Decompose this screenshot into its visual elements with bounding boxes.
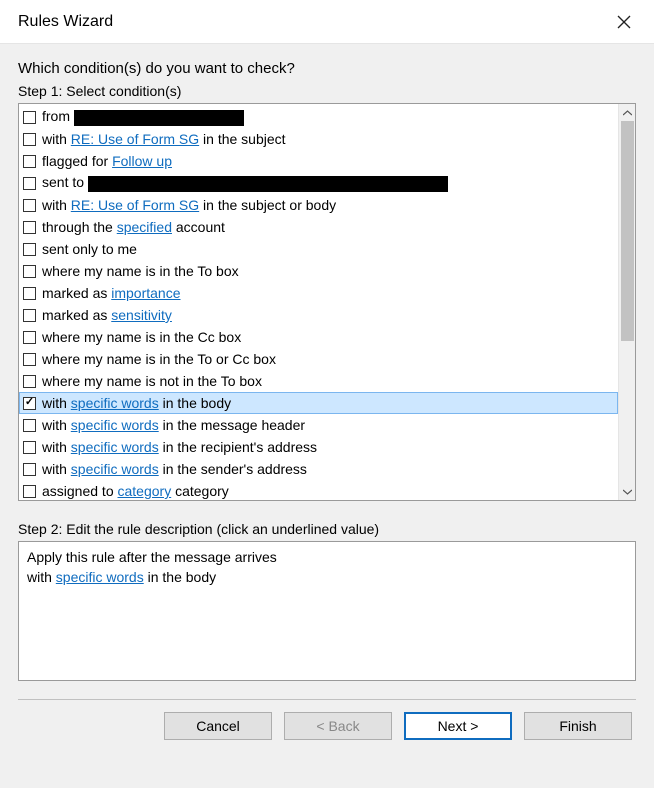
condition-text: with specific words in the body xyxy=(42,395,231,411)
condition-text: where my name is in the To box xyxy=(42,263,239,279)
window-title: Rules Wizard xyxy=(18,13,604,31)
condition-value-link[interactable]: importance xyxy=(111,285,180,301)
back-button[interactable]: < Back xyxy=(284,712,392,740)
condition-checkbox[interactable] xyxy=(23,199,36,212)
redacted-text xyxy=(88,176,448,192)
condition-value-link[interactable]: RE: Use of Form SG xyxy=(71,131,199,147)
condition-row[interactable]: with specific words in the body xyxy=(19,392,618,414)
condition-value-link[interactable]: specific words xyxy=(71,395,159,411)
condition-text: sent to xyxy=(42,174,448,191)
rule-description-box: Apply this rule after the message arrive… xyxy=(18,541,636,681)
condition-row[interactable]: assigned to category category xyxy=(19,480,618,500)
condition-value-link[interactable]: specified xyxy=(117,219,172,235)
titlebar: Rules Wizard xyxy=(0,0,654,44)
scrollbar[interactable] xyxy=(618,104,635,500)
cancel-button[interactable]: Cancel xyxy=(164,712,272,740)
condition-row[interactable]: marked as importance xyxy=(19,282,618,304)
condition-checkbox[interactable] xyxy=(23,111,36,124)
description-line: with specific words in the body xyxy=(27,568,627,588)
condition-checkbox[interactable] xyxy=(23,375,36,388)
condition-value-link[interactable]: specific words xyxy=(71,417,159,433)
condition-row[interactable]: where my name is in the To box xyxy=(19,260,618,282)
condition-row[interactable]: where my name is not in the To box xyxy=(19,370,618,392)
condition-text: where my name is not in the To box xyxy=(42,373,262,389)
step2-label: Step 2: Edit the rule description (click… xyxy=(18,521,636,537)
condition-checkbox[interactable] xyxy=(23,441,36,454)
condition-checkbox[interactable] xyxy=(23,155,36,168)
finish-button[interactable]: Finish xyxy=(524,712,632,740)
condition-row[interactable]: sent to xyxy=(19,172,618,194)
condition-row[interactable]: from xyxy=(19,106,618,128)
condition-checkbox[interactable] xyxy=(23,287,36,300)
condition-text: with specific words in the recipient's a… xyxy=(42,439,317,455)
condition-row[interactable]: where my name is in the To or Cc box xyxy=(19,348,618,370)
condition-checkbox[interactable] xyxy=(23,221,36,234)
close-button[interactable] xyxy=(604,2,644,42)
condition-checkbox[interactable] xyxy=(23,485,36,498)
condition-row[interactable]: through the specified account xyxy=(19,216,618,238)
redacted-text xyxy=(74,110,244,126)
scrollbar-thumb[interactable] xyxy=(621,121,634,341)
condition-checkbox[interactable] xyxy=(23,265,36,278)
condition-text: marked as sensitivity xyxy=(42,307,172,323)
condition-row[interactable]: sent only to me xyxy=(19,238,618,260)
condition-text: with specific words in the sender's addr… xyxy=(42,461,307,477)
condition-text: sent only to me xyxy=(42,241,137,257)
condition-row[interactable]: with RE: Use of Form SG in the subject o… xyxy=(19,194,618,216)
condition-checkbox[interactable] xyxy=(23,177,36,190)
step1-label: Step 1: Select condition(s) xyxy=(18,83,636,99)
scrollbar-track[interactable] xyxy=(619,121,635,483)
condition-row[interactable]: with specific words in the recipient's a… xyxy=(19,436,618,458)
conditions-listbox: from with RE: Use of Form SG in the subj… xyxy=(18,103,636,501)
condition-text: where my name is in the To or Cc box xyxy=(42,351,276,367)
condition-value-link[interactable]: sensitivity xyxy=(111,307,172,323)
edit-specific-words-link[interactable]: specific words xyxy=(56,569,144,585)
condition-checkbox[interactable] xyxy=(23,353,36,366)
condition-value-link[interactable]: Follow up xyxy=(112,153,172,169)
condition-value-link[interactable]: category xyxy=(118,483,172,499)
next-button[interactable]: Next > xyxy=(404,712,512,740)
condition-text: marked as importance xyxy=(42,285,181,301)
condition-value-link[interactable]: specific words xyxy=(71,439,159,455)
condition-checkbox[interactable] xyxy=(23,309,36,322)
condition-text: flagged for Follow up xyxy=(42,153,172,169)
condition-text: through the specified account xyxy=(42,219,225,235)
condition-checkbox[interactable] xyxy=(23,397,36,410)
condition-checkbox[interactable] xyxy=(23,331,36,344)
wizard-buttons: Cancel < Back Next > Finish xyxy=(18,712,636,740)
scroll-up-arrow-icon[interactable] xyxy=(619,104,636,121)
condition-checkbox[interactable] xyxy=(23,419,36,432)
condition-value-link[interactable]: specific words xyxy=(71,461,159,477)
condition-text: where my name is in the Cc box xyxy=(42,329,241,345)
wizard-question: Which condition(s) do you want to check? xyxy=(18,60,636,77)
condition-row[interactable]: flagged for Follow up xyxy=(19,150,618,172)
condition-row[interactable]: marked as sensitivity xyxy=(19,304,618,326)
condition-text: with RE: Use of Form SG in the subject xyxy=(42,131,286,147)
condition-row[interactable]: with specific words in the message heade… xyxy=(19,414,618,436)
condition-checkbox[interactable] xyxy=(23,463,36,476)
scroll-down-arrow-icon[interactable] xyxy=(619,483,636,500)
condition-checkbox[interactable] xyxy=(23,243,36,256)
condition-row[interactable]: with specific words in the sender's addr… xyxy=(19,458,618,480)
description-line: Apply this rule after the message arrive… xyxy=(27,548,627,568)
condition-value-link[interactable]: RE: Use of Form SG xyxy=(71,197,199,213)
condition-text: from xyxy=(42,108,244,125)
condition-row[interactable]: with RE: Use of Form SG in the subject xyxy=(19,128,618,150)
condition-row[interactable]: where my name is in the Cc box xyxy=(19,326,618,348)
condition-text: assigned to category category xyxy=(42,483,229,499)
condition-text: with specific words in the message heade… xyxy=(42,417,305,433)
condition-checkbox[interactable] xyxy=(23,133,36,146)
condition-text: with RE: Use of Form SG in the subject o… xyxy=(42,197,336,213)
divider xyxy=(18,699,636,700)
